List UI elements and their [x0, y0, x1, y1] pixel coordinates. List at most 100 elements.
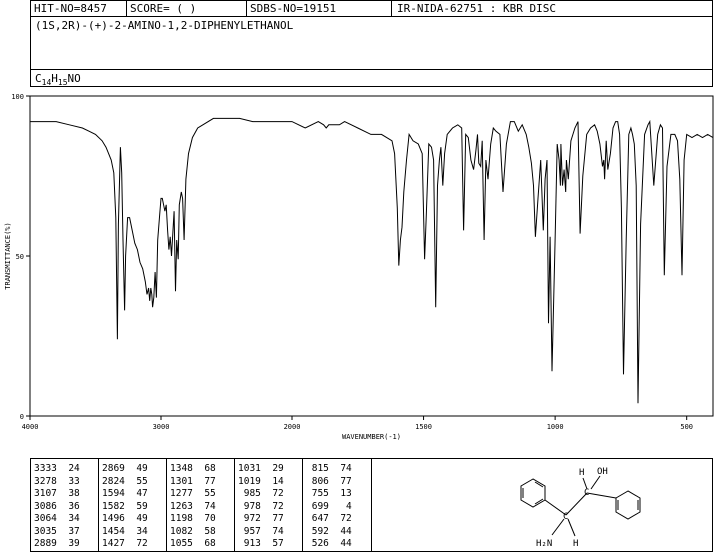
peak-transmittance: 47 [124, 488, 148, 499]
peak-transmittance: 49 [124, 513, 148, 524]
atom-c-lower: C [563, 512, 568, 522]
peak-wavenumber: 1427 [102, 538, 125, 549]
peak-wavenumber: 1198 [170, 513, 193, 524]
peak-transmittance: 34 [124, 525, 148, 537]
x-tick-label: 3000 [153, 423, 170, 431]
peak-wavenumber: 755 [306, 488, 329, 499]
peak-wavenumber: 978 [238, 500, 261, 512]
atom-oh: OH [597, 467, 608, 477]
peak-table-row: 1594 47 [102, 488, 148, 499]
peak-wavenumber: 1301 [170, 475, 193, 487]
peak-table-row: 2889 39 [34, 538, 80, 549]
x-tick-label: 1500 [415, 423, 432, 431]
peak-table-row: 1582 59 [102, 501, 148, 512]
formula-h-count: 15 [57, 78, 68, 88]
peak-transmittance: 59 [124, 500, 148, 512]
peak-transmittance: 74 [328, 463, 352, 474]
molecular-formula: C14H15NO [35, 72, 81, 89]
divider [391, 1, 392, 16]
peak-table-row: 978 72 [238, 501, 284, 512]
peak-wavenumber: 806 [306, 475, 329, 487]
peak-transmittance: 49 [124, 463, 148, 474]
peak-wavenumber: 1031 [238, 463, 261, 474]
peak-wavenumber: 1019 [238, 475, 261, 487]
peak-wavenumber: 972 [238, 513, 261, 524]
x-tick-label: 2000 [284, 423, 301, 431]
peak-wavenumber: 647 [306, 513, 329, 524]
bond-c-upper-to-ring [586, 492, 617, 499]
header-info-row: HIT-NO=8457 SCORE= ( ) SDBS-NO=19151 IR-… [30, 0, 713, 17]
peak-transmittance: 39 [56, 538, 80, 549]
peak-table-row: 1263 74 [170, 501, 216, 512]
peak-transmittance: 14 [260, 475, 284, 487]
peak-wavenumber: 1594 [102, 488, 125, 499]
peak-transmittance: 77 [192, 475, 216, 487]
y-tick-label: 50 [16, 253, 24, 261]
peak-transmittance: 72 [124, 538, 148, 549]
peak-transmittance: 72 [260, 500, 284, 512]
peak-table-row: 526 44 [306, 538, 352, 549]
peak-table-row: 985 72 [238, 488, 284, 499]
peak-wavenumber: 913 [238, 538, 261, 549]
peak-transmittance: 58 [192, 525, 216, 537]
peak-table-row: 3064 34 [34, 513, 80, 524]
compound-box: (1S,2R)-(+)-2-AMINO-1,2-DIPHENYLETHANOL … [30, 16, 713, 87]
peak-wavenumber: 1582 [102, 500, 125, 512]
peak-table-column: 3333 24 3278 33 3107 38 3086 36 3064 34 3035 … [31, 459, 99, 551]
peak-table-column: 1348 68 1301 77 1277 55 1263 74 1198 70 1082 … [167, 459, 235, 551]
peak-table-row: 913 57 [238, 538, 284, 549]
atom-h2n: H₂N [536, 539, 552, 549]
formula-no: NO [67, 72, 81, 85]
formula-row: C14H15NO [31, 69, 712, 87]
peak-wavenumber: 526 [306, 538, 329, 549]
peak-transmittance: 74 [260, 525, 284, 537]
peak-wavenumber: 3278 [34, 475, 57, 487]
peak-table-row: 2824 55 [102, 476, 148, 487]
molecular-structure: H OH C C H₂N H [520, 467, 641, 549]
peak-wavenumber: 592 [306, 525, 329, 537]
x-axis-label: WAVENUMBER(-1) [342, 433, 401, 441]
x-tick-label: 1000 [547, 423, 564, 431]
peak-table-row: 3278 33 [34, 476, 80, 487]
peak-transmittance: 37 [56, 525, 80, 537]
bond-c-oh [590, 475, 601, 490]
x-tick-label: 500 [680, 423, 693, 431]
peak-wavenumber: 2869 [102, 463, 125, 474]
peak-wavenumber: 3064 [34, 513, 57, 524]
peak-transmittance: 57 [260, 538, 284, 549]
formula-c: C [35, 72, 42, 85]
peak-table-row: 815 74 [306, 463, 352, 474]
peak-wavenumber: 3035 [34, 525, 57, 537]
peak-transmittance: 55 [124, 475, 148, 487]
peak-table-row: 3107 38 [34, 488, 80, 499]
atom-c-upper: C [584, 488, 589, 498]
peak-transmittance: 72 [328, 513, 352, 524]
peak-table-row: 755 13 [306, 488, 352, 499]
bottom-panel: 3333 24 3278 33 3107 38 3086 36 3064 34 3035 … [30, 458, 713, 552]
peak-transmittance: 13 [328, 488, 352, 499]
peak-table-row: 957 74 [238, 526, 284, 537]
structure-box: H OH C C H₂N H [372, 458, 713, 552]
peak-table-row: 1082 58 [170, 526, 216, 537]
peak-transmittance: 70 [192, 513, 216, 524]
peak-wavenumber: 1277 [170, 488, 193, 499]
peak-table-row: 3333 24 [34, 463, 80, 474]
peak-table-row: 3086 36 [34, 501, 80, 512]
atom-h-top: H [579, 468, 584, 478]
peak-wavenumber: 3333 [34, 463, 57, 474]
peak-table-row: 1031 29 [238, 463, 284, 474]
y-tick-label: 100 [11, 93, 24, 101]
right-phenyl-ring [615, 490, 641, 520]
peak-table-row: 1301 77 [170, 476, 216, 487]
y-axis-label: TRANSMITTANCE(%) [4, 222, 12, 289]
peak-wavenumber: 1496 [102, 513, 125, 524]
peak-transmittance: 34 [56, 513, 80, 524]
peak-table-column: 1031 29 1019 14 985 72 978 72 972 77 957 … [235, 459, 303, 551]
peak-transmittance: 33 [56, 475, 80, 487]
formula-c-count: 14 [41, 78, 52, 88]
peak-transmittance: 38 [56, 488, 80, 499]
bond-c-h-bottom [567, 518, 576, 537]
formula-h: H [51, 72, 58, 85]
peak-wavenumber: 957 [238, 525, 261, 537]
peak-wavenumber: 1454 [102, 525, 125, 537]
